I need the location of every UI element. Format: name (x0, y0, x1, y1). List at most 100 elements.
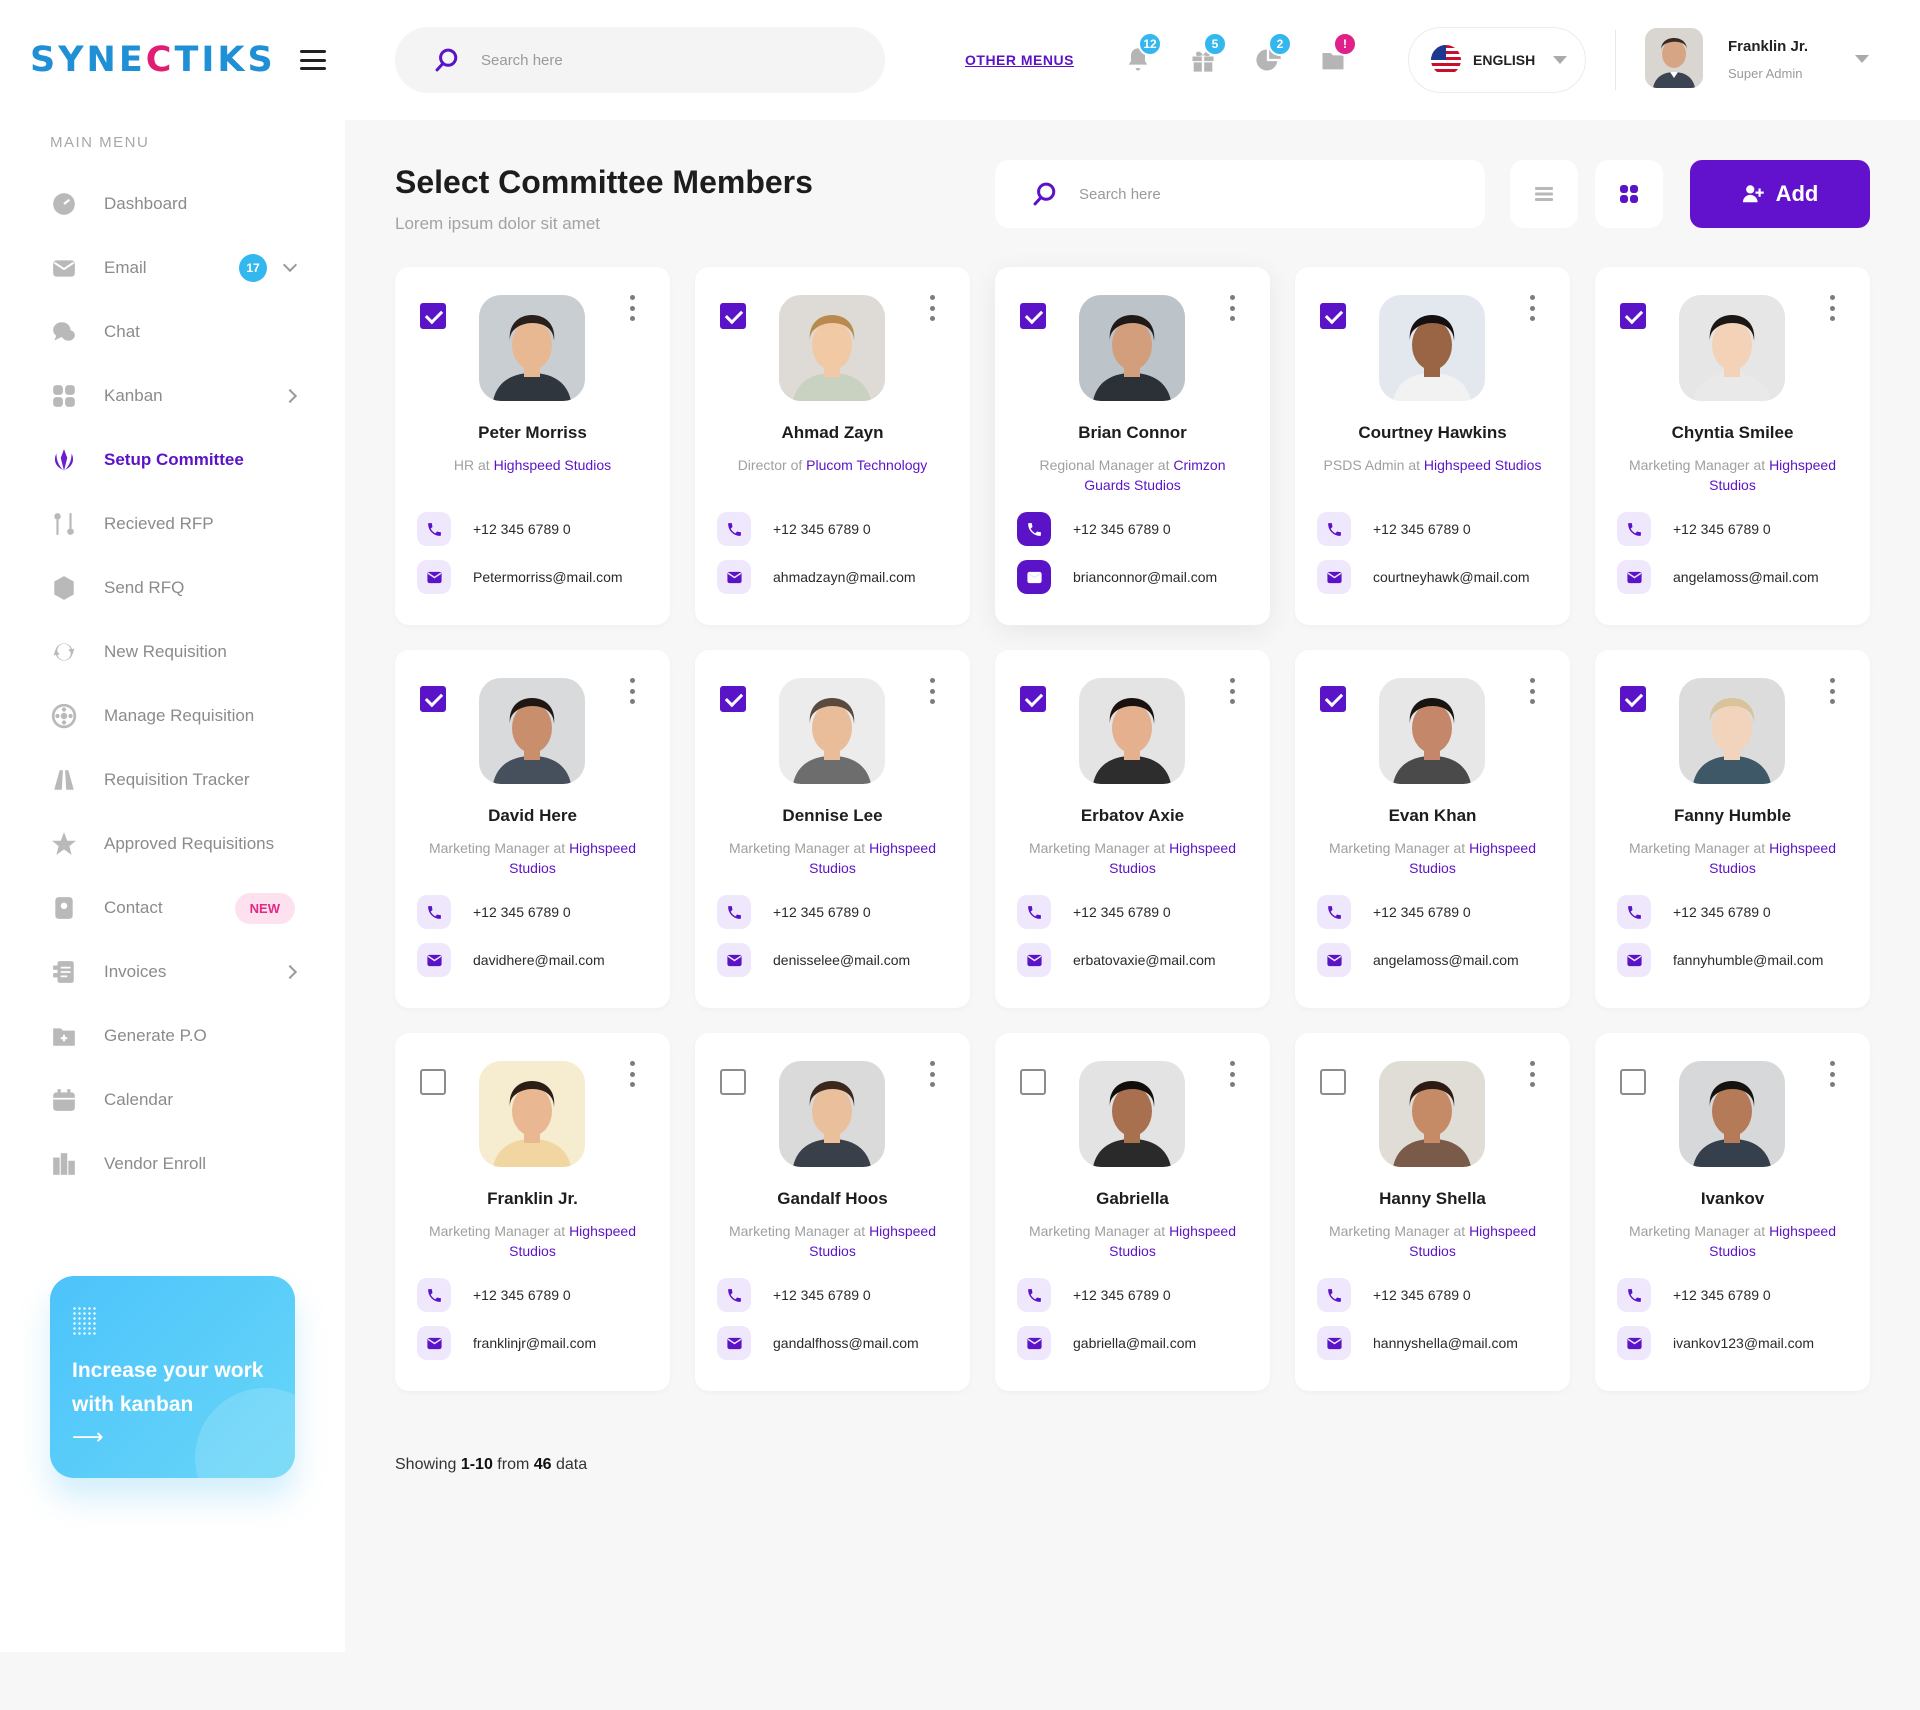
more-options-icon[interactable] (1226, 1061, 1238, 1087)
phone-icon[interactable] (1017, 895, 1051, 929)
sidebar-item-requisition-tracker[interactable]: Requisition Tracker (0, 748, 345, 812)
chart-notification[interactable]: 2 (1250, 32, 1292, 76)
phone-icon[interactable] (417, 512, 451, 546)
sidebar-item-vendor-enroll[interactable]: Vendor Enroll (0, 1132, 345, 1196)
sidebar-item-approved-requisitions[interactable]: Approved Requisitions (0, 812, 345, 876)
member-card[interactable]: Hanny Shella Marketing Manager at Highsp… (1295, 1033, 1570, 1391)
member-checkbox[interactable] (720, 686, 746, 712)
brand-logo[interactable]: SYNECTIKS (30, 40, 276, 80)
phone-icon[interactable] (717, 512, 751, 546)
member-company[interactable]: Highspeed Studios (1424, 457, 1542, 473)
sidebar-item-manage-requisition[interactable]: Manage Requisition (0, 684, 345, 748)
more-options-icon[interactable] (1826, 1061, 1838, 1087)
more-options-icon[interactable] (1226, 678, 1238, 704)
member-card[interactable]: Ivankov Marketing Manager at Highspeed S… (1595, 1033, 1870, 1391)
member-card[interactable]: Brian Connor Regional Manager at Crimzon… (995, 267, 1270, 625)
more-options-icon[interactable] (626, 678, 638, 704)
mail-icon[interactable] (417, 560, 451, 594)
more-options-icon[interactable] (1826, 295, 1838, 321)
chevron-right-icon[interactable] (282, 964, 298, 980)
member-card[interactable]: Chyntia Smilee Marketing Manager at High… (1595, 267, 1870, 625)
mail-icon[interactable] (1317, 943, 1351, 977)
more-options-icon[interactable] (1526, 1061, 1538, 1087)
header-search-input[interactable] (481, 51, 861, 69)
more-options-icon[interactable] (926, 295, 938, 321)
member-company[interactable]: Highspeed Studios (494, 457, 612, 473)
member-checkbox[interactable] (1320, 303, 1346, 329)
mail-icon[interactable] (1317, 560, 1351, 594)
more-options-icon[interactable] (1226, 295, 1238, 321)
member-checkbox[interactable] (720, 303, 746, 329)
phone-icon[interactable] (1317, 895, 1351, 929)
member-card[interactable]: Erbatov Axie Marketing Manager at Highsp… (995, 650, 1270, 1008)
mail-icon[interactable] (1617, 1326, 1651, 1360)
mail-icon[interactable] (417, 943, 451, 977)
more-options-icon[interactable] (626, 1061, 638, 1087)
more-options-icon[interactable] (1526, 295, 1538, 321)
member-checkbox[interactable] (1620, 303, 1646, 329)
phone-icon[interactable] (1317, 1278, 1351, 1312)
member-company[interactable]: Plucom Technology (806, 457, 927, 473)
sidebar-item-invoices[interactable]: Invoices (0, 940, 345, 1004)
grid-view-button[interactable] (1595, 160, 1663, 228)
member-card[interactable]: Gandalf Hoos Marketing Manager at Highsp… (695, 1033, 970, 1391)
promo-card[interactable]: Increase your work with kanban ⟶ (50, 1276, 295, 1478)
member-card[interactable]: Fanny Humble Marketing Manager at Highsp… (1595, 650, 1870, 1008)
phone-icon[interactable] (1617, 1278, 1651, 1312)
member-card[interactable]: Courtney Hawkins PSDS Admin at Highspeed… (1295, 267, 1570, 625)
mail-icon[interactable] (1017, 560, 1051, 594)
header-search[interactable] (395, 27, 885, 93)
member-checkbox[interactable] (1320, 686, 1346, 712)
more-options-icon[interactable] (1826, 678, 1838, 704)
member-card[interactable]: Evan Khan Marketing Manager at Highspeed… (1295, 650, 1570, 1008)
mail-icon[interactable] (717, 1326, 751, 1360)
phone-icon[interactable] (1617, 512, 1651, 546)
member-checkbox[interactable] (1020, 1069, 1046, 1095)
sidebar-item-calendar[interactable]: Calendar (0, 1068, 345, 1132)
phone-icon[interactable] (417, 1278, 451, 1312)
member-checkbox[interactable] (420, 303, 446, 329)
more-options-icon[interactable] (1526, 678, 1538, 704)
phone-icon[interactable] (717, 1278, 751, 1312)
member-card[interactable]: David Here Marketing Manager at Highspee… (395, 650, 670, 1008)
phone-icon[interactable] (1017, 512, 1051, 546)
sidebar-item-new-requisition[interactable]: New Requisition (0, 620, 345, 684)
phone-icon[interactable] (417, 895, 451, 929)
member-checkbox[interactable] (420, 686, 446, 712)
phone-icon[interactable] (717, 895, 751, 929)
member-card[interactable]: Dennise Lee Marketing Manager at Highspe… (695, 650, 970, 1008)
mail-icon[interactable] (717, 560, 751, 594)
mail-icon[interactable] (717, 943, 751, 977)
sidebar-item-send-rfq[interactable]: Send RFQ (0, 556, 345, 620)
mail-icon[interactable] (1617, 943, 1651, 977)
member-checkbox[interactable] (1020, 303, 1046, 329)
hamburger-menu-icon[interactable] (299, 50, 326, 70)
member-checkbox[interactable] (1320, 1069, 1346, 1095)
member-card[interactable]: Franklin Jr. Marketing Manager at Highsp… (395, 1033, 670, 1391)
language-selector[interactable]: ENGLISH (1408, 27, 1586, 93)
member-checkbox[interactable] (1020, 686, 1046, 712)
user-menu-chevron-icon[interactable] (1855, 55, 1869, 63)
phone-icon[interactable] (1617, 895, 1651, 929)
notification-bell[interactable]: 12 (1120, 32, 1162, 76)
more-options-icon[interactable] (926, 1061, 938, 1087)
member-card[interactable]: Gabriella Marketing Manager at Highspeed… (995, 1033, 1270, 1391)
member-card[interactable]: Ahmad Zayn Director of Plucom Technology… (695, 267, 970, 625)
member-checkbox[interactable] (1620, 1069, 1646, 1095)
sidebar-item-chat[interactable]: Chat (0, 300, 345, 364)
archive-notification[interactable]: ! (1315, 32, 1357, 76)
phone-icon[interactable] (1317, 512, 1351, 546)
member-checkbox[interactable] (720, 1069, 746, 1095)
list-view-button[interactable] (1510, 160, 1578, 228)
gift-notification[interactable]: 5 (1185, 32, 1227, 76)
member-card[interactable]: Peter Morriss HR at Highspeed Studios +1… (395, 267, 670, 625)
user-avatar[interactable] (1645, 28, 1703, 88)
more-options-icon[interactable] (626, 295, 638, 321)
mail-icon[interactable] (417, 1326, 451, 1360)
sidebar-item-dashboard[interactable]: Dashboard (0, 172, 345, 236)
member-search-input[interactable] (1079, 185, 1459, 203)
member-checkbox[interactable] (1620, 686, 1646, 712)
sidebar-item-kanban[interactable]: Kanban (0, 364, 345, 428)
add-member-button[interactable]: Add (1690, 160, 1870, 228)
chevron-right-icon[interactable] (282, 388, 298, 404)
